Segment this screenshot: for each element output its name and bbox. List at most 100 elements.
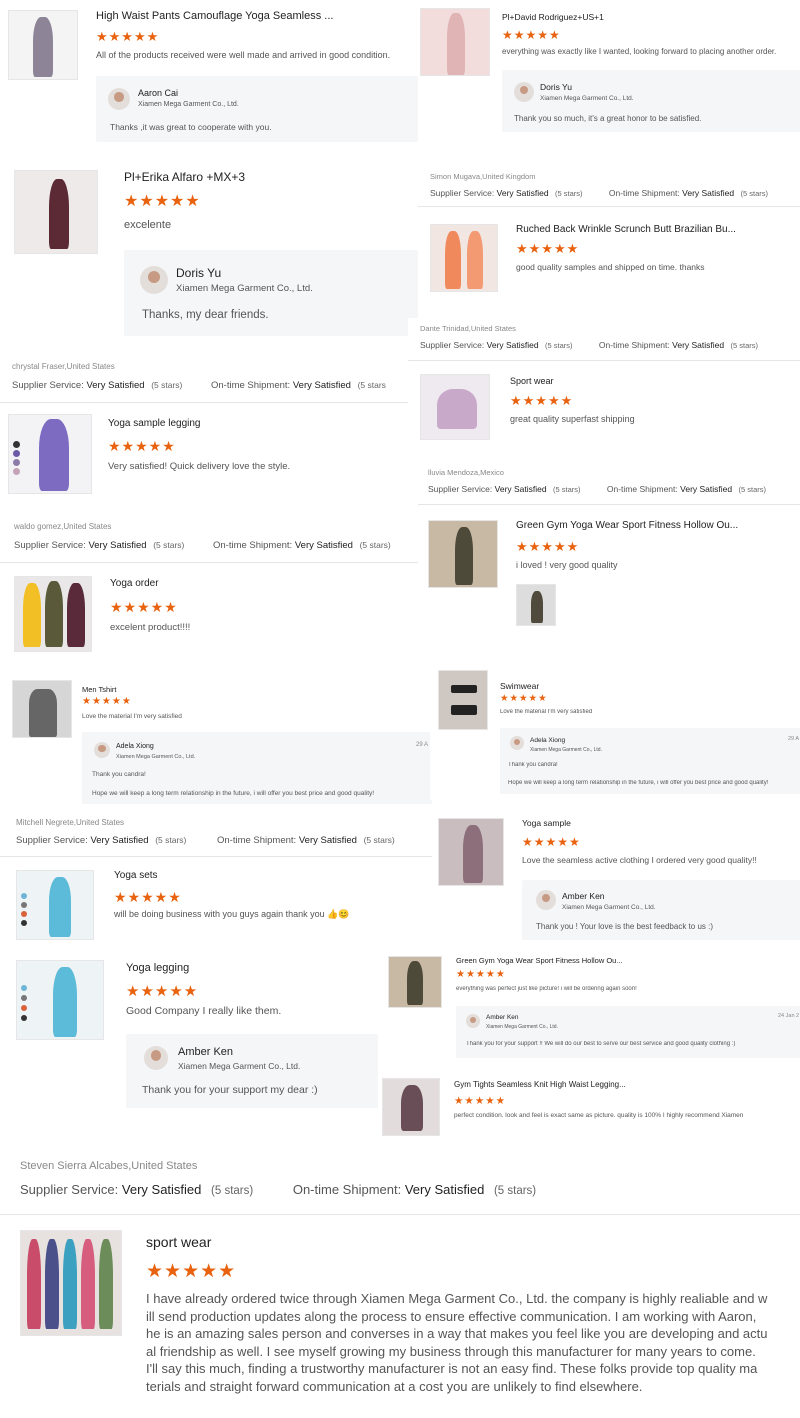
product-figure [45,1239,59,1329]
shipment-value: Very Satisfied [404,1182,485,1197]
divider [0,1214,800,1215]
review-line: I have already ordered twice through Xia… [146,1291,768,1306]
divider [418,504,800,505]
product-title[interactable]: sport wear [146,1234,446,1250]
shipment-label: On-time Shipment: [608,188,680,198]
service-ratings: Supplier Service: Very Satisfied (5 star… [16,835,395,846]
product-title[interactable]: Pl+Erika Alfaro +MX+3 [124,170,404,184]
shipment-value: Very Satisfied [294,540,353,551]
supplier-service-stars: (5 stars) [211,1185,254,1197]
shipment-value: Very Satisfied [682,188,735,198]
review-card: Yoga legging ★★★★★ Good Company I really… [0,948,378,1116]
supplier-reply: Adela Xiong Xiamen Mega Garment Co., Ltd… [82,732,432,804]
product-thumbnail[interactable] [438,818,504,886]
product-title[interactable]: Yoga sets [114,870,394,881]
shipment-label: On-time Shipment: [598,340,670,350]
review-card: Dante Trinidad,United States Supplier Se… [408,318,800,448]
supplier-service-label: Supplier Service: [20,1182,119,1197]
service-ratings: Supplier Service: Very Satisfied (5 star… [12,380,386,391]
review-text: great quality superfast shipping [510,414,635,424]
review-card: Simon Mugava,United Kingdom Supplier Ser… [418,166,800,306]
review-text: Love the material I'm very satisfied [82,713,182,720]
review-line: terials and straight forward communicati… [146,1378,643,1394]
product-thumbnail[interactable] [420,374,490,440]
divider [418,206,800,207]
rating-stars: ★★★★★ [516,241,580,256]
product-figure [407,961,423,1005]
product-title[interactable]: High Waist Pants Camouflage Yoga Seamles… [96,10,396,22]
product-thumbnail[interactable] [14,170,98,254]
product-title[interactable]: Green Gym Yoga Wear Sport Fitness Hollow… [516,520,786,531]
product-thumbnail[interactable] [420,8,490,76]
supplier-service-stars: (5 stars) [151,380,183,390]
supplier-service-value: Very Satisfied [486,340,539,350]
review-card: lluvia Mendoza,Mexico Supplier Service: … [418,462,800,638]
product-thumbnail[interactable] [12,680,72,738]
product-title[interactable]: Yoga sample legging [108,418,388,429]
supplier-reply: Aaron Cai Xiamen Mega Garment Co., Ltd. … [96,76,418,142]
rating-stars: ★★★★★ [522,835,581,849]
review-text: Good Company I really like them. [126,1005,282,1017]
product-figure [49,877,71,937]
service-ratings: Supplier Service: Very Satisfied (5 star… [420,340,758,350]
product-thumbnail[interactable] [16,960,104,1040]
review-card: Steven Sierra Alcabes,United States Supp… [0,1148,800,1418]
supplier-service-value: Very Satisfied [121,1182,202,1197]
supplier-service-label: Supplier Service: [16,835,88,846]
shipment-stars: (5 stars) [359,540,391,550]
product-figure [447,13,465,75]
product-thumbnail[interactable] [8,10,78,80]
reply-text: Thank you for your support !! We will do… [466,1041,736,1047]
shipment-value: Very Satisfied [672,340,725,350]
divider [408,360,800,361]
reviewer-location: Mitchell Negrete,United States [16,818,125,827]
product-figure [49,179,69,249]
rating-stars: ★★★★★ [146,1261,237,1282]
review-card: waldo gomez,United States Supplier Servi… [0,516,418,664]
product-title[interactable]: Swimwear [500,681,700,691]
product-thumbnail[interactable] [438,670,488,730]
product-thumbnail[interactable] [430,224,498,292]
reviewer-location: lluvia Mendoza,Mexico [428,468,504,477]
review-photo[interactable] [516,584,556,626]
color-swatch [13,459,20,466]
review-line: he is an amazing sales person and conver… [146,1326,768,1341]
color-swatch [21,920,27,926]
product-title[interactable]: Men Tshirt [82,685,282,694]
product-thumbnail[interactable] [8,414,92,494]
product-thumbnail[interactable] [16,870,94,940]
rating-stars: ★★★★★ [114,889,182,905]
product-thumbnail[interactable] [20,1230,122,1336]
product-title[interactable]: Yoga order [110,578,390,589]
product-title[interactable]: Yoga legging [126,962,366,974]
product-figure [39,419,69,491]
product-title[interactable]: Sport wear [510,376,780,386]
product-title[interactable]: Ruched Back Wrinkle Scrunch Butt Brazili… [516,224,786,235]
product-thumbnail[interactable] [382,1078,440,1136]
supplier-reply: Amber Ken Xiamen Mega Garment Co., Ltd. … [126,1034,378,1108]
product-thumbnail[interactable] [428,520,498,588]
reviewer-location: chrystal Fraser,United States [12,362,115,371]
shipment-stars: (5 stars) [738,485,767,494]
product-figure [445,231,461,289]
product-title[interactable]: Pl+David Rodriguez+US+1 [502,12,782,22]
reply-name: Adela Xiong [116,743,154,750]
reply-text: Thank you candra! [92,771,146,778]
product-title[interactable]: Yoga sample [522,818,782,828]
product-thumbnail[interactable] [14,576,92,652]
product-title[interactable]: Gym Tights Seamless Knit High Waist Legg… [454,1080,714,1089]
reply-text-2: Hope we will keep a long term relationsh… [508,780,769,786]
rating-stars: ★★★★★ [454,1095,507,1107]
review-card: Men Tshirt ★★★★★ Love the material I'm v… [0,672,432,808]
reviewer-location: Dante Trinidad,United States [420,324,516,333]
product-thumbnail[interactable] [388,956,442,1008]
reply-company: Xiamen Mega Garment Co., Ltd. [116,754,196,760]
avatar-icon [514,82,534,102]
product-figure [455,527,473,585]
product-title[interactable]: Green Gym Yoga Wear Sport Fitness Hollow… [456,956,716,965]
supplier-service-value: Very Satisfied [86,380,145,391]
product-figure [531,591,543,623]
supplier-service-stars: (5 stars) [555,189,583,198]
supplier-reply: Doris Yu Xiamen Mega Garment Co., Ltd. T… [124,250,418,336]
product-figure [467,231,483,289]
